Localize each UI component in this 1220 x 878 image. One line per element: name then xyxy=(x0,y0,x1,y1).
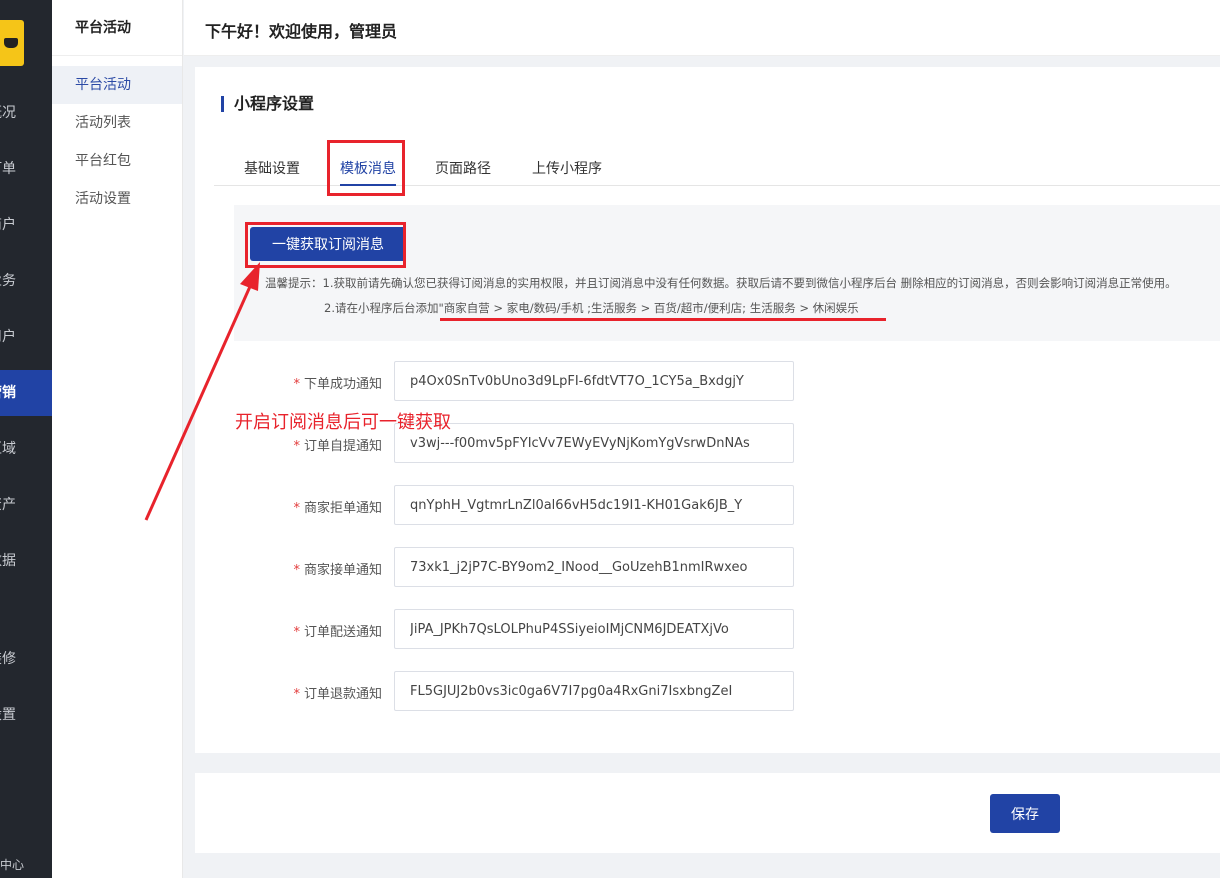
fetch-subscription-button[interactable]: 一键获取订阅消息 xyxy=(250,227,406,261)
annotation-underline xyxy=(440,318,886,321)
sub-nav-red-packet[interactable]: 平台红包 xyxy=(52,142,182,180)
sub-nav-activity-settings[interactable]: 活动设置 xyxy=(52,180,182,218)
field-label: * 订单退款通知 xyxy=(293,687,382,702)
nav-bottom-item[interactable]: 截中心 xyxy=(0,856,52,873)
footer-card: 保存 xyxy=(195,773,1220,853)
main-nav-rail: 概况 订单 商户 业务 用户 营销 区域 资产 数据 装修 设置 截中心 xyxy=(0,0,52,878)
form-row: * 商家接单通知 xyxy=(195,547,1220,587)
nav-data[interactable]: 数据 xyxy=(0,538,52,584)
page-title: 小程序设置 xyxy=(221,96,314,112)
order-success-template-input[interactable] xyxy=(394,361,794,401)
tip-line-2: 2.请在小程序后台添加"商家自营 > 家电/数码/手机 ;生活服务 > 百货/超… xyxy=(324,301,859,315)
order-delivery-template-input[interactable] xyxy=(394,609,794,649)
app-logo xyxy=(0,20,24,66)
nav-label: 订单 xyxy=(0,161,16,177)
field-label: * 订单自提通知 xyxy=(293,439,382,454)
order-pickup-template-input[interactable] xyxy=(394,423,794,463)
save-button[interactable]: 保存 xyxy=(990,794,1060,833)
nav-assets[interactable]: 资产 xyxy=(0,482,52,528)
greeting: 下午好！欢迎使用，管理员 xyxy=(205,22,398,41)
nav-label: 数据 xyxy=(0,553,16,569)
nav-business[interactable]: 业务 xyxy=(0,258,52,304)
tab-bar: 基础设置 模板消息 页面路径 上传小程序 xyxy=(214,152,1220,186)
form-row: * 订单配送通知 xyxy=(195,609,1220,649)
nav-label: 营销 xyxy=(0,385,16,401)
annotation-text: 开启订阅消息后可一键获取 xyxy=(235,412,451,433)
tab-page-path[interactable]: 页面路径 xyxy=(435,158,491,186)
form-row: * 商家拒单通知 xyxy=(195,485,1220,525)
nav-label: 业务 xyxy=(0,273,16,289)
field-label: * 商家拒单通知 xyxy=(293,501,382,516)
form-row: * 下单成功通知 xyxy=(195,361,1220,401)
merchant-reject-template-input[interactable] xyxy=(394,485,794,525)
nav-label: 用户 xyxy=(0,329,16,345)
nav-merchants[interactable]: 商户 xyxy=(0,202,52,248)
tab-template-message[interactable]: 模板消息 xyxy=(340,158,396,186)
nav-users[interactable]: 用户 xyxy=(0,314,52,360)
top-bar: 下午好！欢迎使用，管理员 xyxy=(184,0,1220,56)
nav-orders[interactable]: 订单 xyxy=(0,146,52,192)
form-row: * 订单退款通知 xyxy=(195,671,1220,711)
tab-basic-settings[interactable]: 基础设置 xyxy=(244,158,300,186)
nav-decoration[interactable]: 装修 xyxy=(0,636,52,682)
nav-label: 装修 xyxy=(0,651,16,667)
nav-label: 设置 xyxy=(0,707,16,723)
nav-label: 商户 xyxy=(0,217,16,233)
sub-nav-activity-list[interactable]: 活动列表 xyxy=(52,104,182,142)
nav-label: 区域 xyxy=(0,441,16,457)
nav-label: 资产 xyxy=(0,497,16,513)
nav-marketing[interactable]: 营销 xyxy=(0,370,52,416)
order-refund-template-input[interactable] xyxy=(394,671,794,711)
nav-label: 概况 xyxy=(0,105,16,121)
field-label: * 订单配送通知 xyxy=(293,625,382,640)
nav-overview[interactable]: 概况 xyxy=(0,90,52,136)
field-label: * 下单成功通知 xyxy=(293,377,382,392)
sub-nav-platform-activity[interactable]: 平台活动 xyxy=(52,66,182,104)
nav-region[interactable]: 区域 xyxy=(0,426,52,472)
merchant-accept-template-input[interactable] xyxy=(394,547,794,587)
nav-settings[interactable]: 设置 xyxy=(0,692,52,738)
tip-line-1: 温馨提示：1.获取前请先确认您已获得订阅消息的实用权限，并且订阅消息中没有任何数… xyxy=(265,276,1177,290)
tab-upload-miniprogram[interactable]: 上传小程序 xyxy=(532,158,602,186)
field-label: * 商家接单通知 xyxy=(293,563,382,578)
sub-nav-title: 平台活动 xyxy=(52,0,182,56)
sub-nav: 平台活动 平台活动 活动列表 平台红包 活动设置 xyxy=(52,0,183,878)
